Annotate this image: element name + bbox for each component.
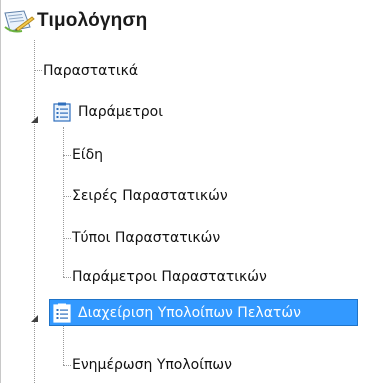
tree-item-eidi[interactable]: Είδη [72, 142, 103, 168]
tree-item-label: Είδη [72, 147, 104, 163]
tree-branch [63, 196, 71, 197]
tree-item-label: Σειρές Παραστατικών [72, 188, 228, 204]
tree-branch [63, 155, 71, 156]
tree-header[interactable]: Τιμολόγηση [2, 5, 148, 37]
tree-line-balances [63, 326, 64, 365]
tree-item-types[interactable]: Τύποι Παραστατικών [72, 225, 220, 251]
list-document-icon [53, 303, 71, 323]
tree-item-label: Ενημέρωση Υπολοίπων [72, 357, 232, 373]
tree-item-parastatika[interactable]: Παραστατικά [43, 58, 138, 84]
tree-item-parametroi[interactable]: Παράμετροι [53, 99, 163, 125]
tree-branch [63, 365, 71, 366]
tree-title: Τιμολόγηση [37, 10, 148, 31]
tree-line-root [34, 40, 35, 383]
tree-item-label: Παράμετροι Παραστατικών [72, 269, 267, 285]
panel-border [0, 0, 1, 383]
tree-line-params [63, 127, 64, 277]
collapse-arrow-icon[interactable] [30, 109, 39, 123]
tree-item-doc-params[interactable]: Παράμετροι Παραστατικών [72, 264, 267, 290]
list-document-icon [53, 102, 71, 122]
tree-item-balances[interactable]: Διαχείριση Υπολοίπων Πελατών [53, 300, 301, 325]
collapse-arrow-icon[interactable] [30, 308, 39, 322]
tree-item-balances-selected[interactable]: Διαχείριση Υπολοίπων Πελατών [49, 299, 358, 326]
tree-item-series[interactable]: Σειρές Παραστατικών [72, 183, 228, 209]
tree-item-label: Διαχείριση Υπολοίπων Πελατών [78, 304, 301, 321]
tree-branch [63, 277, 71, 278]
document-pen-icon [2, 7, 36, 35]
tree-item-label: Τύποι Παραστατικών [72, 230, 221, 246]
tree-branch [34, 70, 42, 71]
tree-item-update-balances[interactable]: Ενημέρωση Υπολοίπων [72, 352, 232, 378]
tree-panel: Τιμολόγηση Παραστατικά Παράμετροι Είδη Σ… [0, 0, 382, 383]
tree-item-label: Παράμετροι [78, 104, 163, 120]
tree-branch [63, 238, 71, 239]
tree-item-label: Παραστατικά [43, 63, 139, 79]
